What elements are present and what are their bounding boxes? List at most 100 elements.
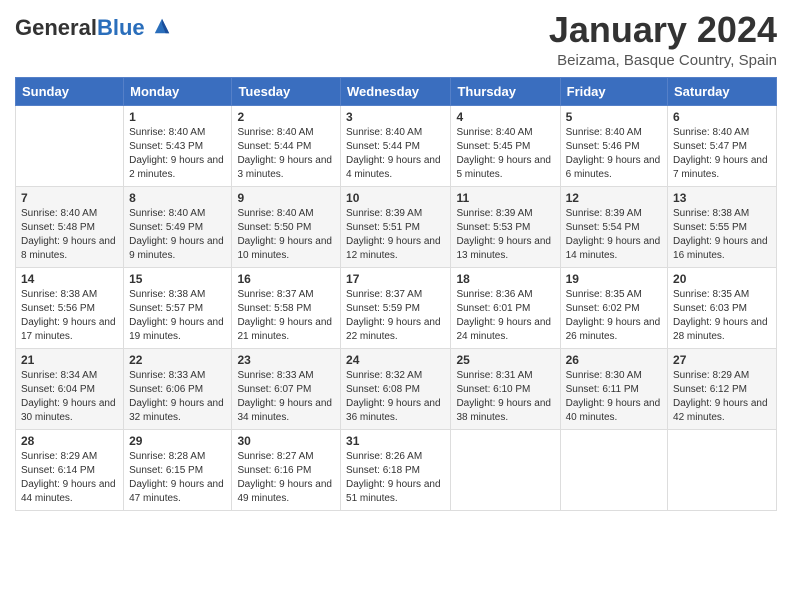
calendar-cell: 15 Sunrise: 8:38 AMSunset: 5:57 PMDayligh… bbox=[124, 267, 232, 348]
day-info: Sunrise: 8:33 AMSunset: 6:06 PMDaylight:… bbox=[129, 369, 226, 425]
calendar-cell bbox=[451, 429, 560, 510]
day-number: 23 bbox=[237, 353, 335, 367]
calendar-cell: 27Sunrise: 8:29 AMSunset: 6:12 PMDayligh… bbox=[668, 348, 777, 429]
day-info: Sunrise: 8:26 AMSunset: 6:18 PMDaylight:… bbox=[346, 450, 445, 506]
calendar-cell: 10 Sunrise: 8:39 AMSunset: 5:51 PMDayligh… bbox=[341, 186, 451, 267]
calendar-cell: 18 Sunrise: 8:36 AMSunset: 6:01 PMDayligh… bbox=[451, 267, 560, 348]
day-number: 10 bbox=[346, 191, 445, 205]
calendar-cell: 22 Sunrise: 8:33 AMSunset: 6:06 PMDayligh… bbox=[124, 348, 232, 429]
day-number: 21 bbox=[21, 353, 118, 367]
day-number: 17 bbox=[346, 272, 445, 286]
day-info: Sunrise: 8:40 AMSunset: 5:50 PMDaylight:… bbox=[237, 207, 335, 263]
day-number: 30 bbox=[237, 434, 335, 448]
calendar-cell: 5Sunrise: 8:40 AMSunset: 5:46 PMDaylight… bbox=[560, 105, 667, 186]
day-info: Sunrise: 8:40 AMSunset: 5:49 PMDaylight:… bbox=[129, 207, 226, 263]
day-info: Sunrise: 8:40 AMSunset: 5:44 PMDaylight:… bbox=[346, 126, 445, 182]
calendar-cell: 23 Sunrise: 8:33 AMSunset: 6:07 PMDayligh… bbox=[232, 348, 341, 429]
calendar-cell: 14Sunrise: 8:38 AMSunset: 5:56 PMDayligh… bbox=[16, 267, 124, 348]
day-info: Sunrise: 8:30 AMSunset: 6:11 PMDaylight:… bbox=[566, 369, 662, 425]
day-number: 7 bbox=[21, 191, 118, 205]
day-info: Sunrise: 8:39 AMSunset: 5:51 PMDaylight:… bbox=[346, 207, 445, 263]
day-info: Sunrise: 8:37 AMSunset: 5:58 PMDaylight:… bbox=[237, 288, 335, 344]
day-number: 24 bbox=[346, 353, 445, 367]
day-number: 29 bbox=[129, 434, 226, 448]
location-subtitle: Beizama, Basque Country, Spain bbox=[549, 52, 777, 69]
day-info: Sunrise: 8:39 AMSunset: 5:54 PMDaylight:… bbox=[566, 207, 662, 263]
day-number: 28 bbox=[21, 434, 118, 448]
day-number: 20 bbox=[673, 272, 771, 286]
day-info: Sunrise: 8:38 AMSunset: 5:57 PMDaylight:… bbox=[129, 288, 226, 344]
calendar-week-row: 28 Sunrise: 8:29 AMSunset: 6:14 PMDayligh… bbox=[16, 429, 777, 510]
logo-icon bbox=[153, 17, 171, 35]
day-info: Sunrise: 8:40 AMSunset: 5:43 PMDaylight:… bbox=[129, 126, 226, 182]
day-number: 13 bbox=[673, 191, 771, 205]
day-number: 5 bbox=[566, 110, 662, 124]
day-info: Sunrise: 8:33 AMSunset: 6:07 PMDaylight:… bbox=[237, 369, 335, 425]
calendar-cell: 20Sunrise: 8:35 AMSunset: 6:03 PMDayligh… bbox=[668, 267, 777, 348]
day-number: 4 bbox=[456, 110, 554, 124]
calendar-cell bbox=[668, 429, 777, 510]
title-block: January 2024 Beizama, Basque Country, Sp… bbox=[549, 10, 777, 69]
calendar-table: SundayMondayTuesdayWednesdayThursdayFrid… bbox=[15, 77, 777, 511]
weekday-header-tuesday: Tuesday bbox=[232, 77, 341, 105]
day-info: Sunrise: 8:39 AMSunset: 5:53 PMDaylight:… bbox=[456, 207, 554, 263]
day-number: 26 bbox=[566, 353, 662, 367]
day-info: Sunrise: 8:29 AMSunset: 6:12 PMDaylight:… bbox=[673, 369, 771, 425]
calendar-cell: 7 Sunrise: 8:40 AMSunset: 5:48 PMDaylight… bbox=[16, 186, 124, 267]
calendar-cell: 31 Sunrise: 8:26 AMSunset: 6:18 PMDayligh… bbox=[341, 429, 451, 510]
calendar-cell: 21 Sunrise: 8:34 AMSunset: 6:04 PMDayligh… bbox=[16, 348, 124, 429]
calendar-cell: 16 Sunrise: 8:37 AMSunset: 5:58 PMDayligh… bbox=[232, 267, 341, 348]
weekday-header-saturday: Saturday bbox=[668, 77, 777, 105]
month-title: January 2024 bbox=[549, 10, 777, 50]
calendar-cell: 28 Sunrise: 8:29 AMSunset: 6:14 PMDayligh… bbox=[16, 429, 124, 510]
day-number: 11 bbox=[456, 191, 554, 205]
day-info: Sunrise: 8:40 AMSunset: 5:48 PMDaylight:… bbox=[21, 207, 118, 263]
day-info: Sunrise: 8:38 AMSunset: 5:55 PMDaylight:… bbox=[673, 207, 771, 263]
day-number: 15 bbox=[129, 272, 226, 286]
calendar-week-row: 7 Sunrise: 8:40 AMSunset: 5:48 PMDaylight… bbox=[16, 186, 777, 267]
calendar-cell: 2 Sunrise: 8:40 AMSunset: 5:44 PMDaylight… bbox=[232, 105, 341, 186]
day-number: 1 bbox=[129, 110, 226, 124]
day-number: 22 bbox=[129, 353, 226, 367]
calendar-cell: 6Sunrise: 8:40 AMSunset: 5:47 PMDaylight… bbox=[668, 105, 777, 186]
day-number: 18 bbox=[456, 272, 554, 286]
weekday-header-sunday: Sunday bbox=[16, 77, 124, 105]
day-info: Sunrise: 8:31 AMSunset: 6:10 PMDaylight:… bbox=[456, 369, 554, 425]
calendar-cell: 19 Sunrise: 8:35 AMSunset: 6:02 PMDayligh… bbox=[560, 267, 667, 348]
day-number: 16 bbox=[237, 272, 335, 286]
day-number: 3 bbox=[346, 110, 445, 124]
calendar-cell: 3 Sunrise: 8:40 AMSunset: 5:44 PMDaylight… bbox=[341, 105, 451, 186]
calendar-cell: 1 Sunrise: 8:40 AMSunset: 5:43 PMDaylight… bbox=[124, 105, 232, 186]
day-number: 9 bbox=[237, 191, 335, 205]
calendar-cell: 8 Sunrise: 8:40 AMSunset: 5:49 PMDaylight… bbox=[124, 186, 232, 267]
day-info: Sunrise: 8:35 AMSunset: 6:02 PMDaylight:… bbox=[566, 288, 662, 344]
calendar-cell bbox=[560, 429, 667, 510]
day-info: Sunrise: 8:40 AMSunset: 5:44 PMDaylight:… bbox=[237, 126, 335, 182]
calendar-cell bbox=[16, 105, 124, 186]
calendar-week-row: 1 Sunrise: 8:40 AMSunset: 5:43 PMDaylight… bbox=[16, 105, 777, 186]
calendar-cell: 4 Sunrise: 8:40 AMSunset: 5:45 PMDaylight… bbox=[451, 105, 560, 186]
day-info: Sunrise: 8:37 AMSunset: 5:59 PMDaylight:… bbox=[346, 288, 445, 344]
day-number: 19 bbox=[566, 272, 662, 286]
logo-blue-text: Blue bbox=[97, 15, 145, 40]
day-number: 14 bbox=[21, 272, 118, 286]
weekday-header-monday: Monday bbox=[124, 77, 232, 105]
calendar-week-row: 14Sunrise: 8:38 AMSunset: 5:56 PMDayligh… bbox=[16, 267, 777, 348]
calendar-cell: 30Sunrise: 8:27 AMSunset: 6:16 PMDayligh… bbox=[232, 429, 341, 510]
calendar-header-row: SundayMondayTuesdayWednesdayThursdayFrid… bbox=[16, 77, 777, 105]
day-info: Sunrise: 8:36 AMSunset: 6:01 PMDaylight:… bbox=[456, 288, 554, 344]
calendar-cell: 25 Sunrise: 8:31 AMSunset: 6:10 PMDayligh… bbox=[451, 348, 560, 429]
day-number: 8 bbox=[129, 191, 226, 205]
day-info: Sunrise: 8:32 AMSunset: 6:08 PMDaylight:… bbox=[346, 369, 445, 425]
weekday-header-wednesday: Wednesday bbox=[341, 77, 451, 105]
day-info: Sunrise: 8:40 AMSunset: 5:45 PMDaylight:… bbox=[456, 126, 554, 182]
day-number: 2 bbox=[237, 110, 335, 124]
calendar-cell: 9 Sunrise: 8:40 AMSunset: 5:50 PMDaylight… bbox=[232, 186, 341, 267]
day-info: Sunrise: 8:34 AMSunset: 6:04 PMDaylight:… bbox=[21, 369, 118, 425]
calendar-cell: 12Sunrise: 8:39 AMSunset: 5:54 PMDayligh… bbox=[560, 186, 667, 267]
day-info: Sunrise: 8:29 AMSunset: 6:14 PMDaylight:… bbox=[21, 450, 118, 506]
day-number: 31 bbox=[346, 434, 445, 448]
weekday-header-friday: Friday bbox=[560, 77, 667, 105]
day-number: 25 bbox=[456, 353, 554, 367]
page-header: GeneralBlue January 2024 Beizama, Basque… bbox=[15, 10, 777, 69]
